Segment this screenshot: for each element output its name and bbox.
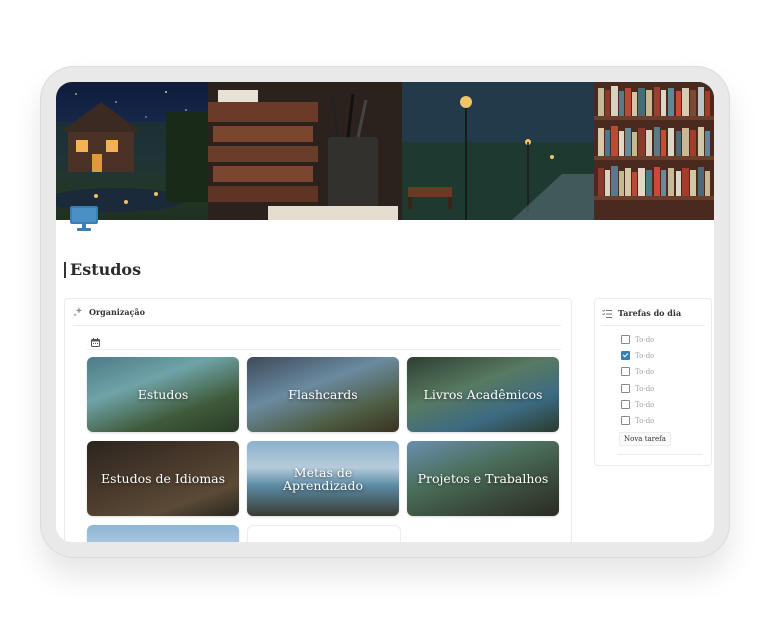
card-flashcards[interactable]: Flashcards — [247, 357, 399, 432]
card-label: Metas de Aprendizado — [282, 464, 364, 493]
todo-item[interactable]: To-do — [621, 384, 654, 393]
card-empty[interactable] — [247, 525, 401, 542]
tarefas-title: Tarefas do dia — [618, 308, 682, 318]
cover-panel-books-desk — [208, 82, 402, 220]
tarefas-do-dia-section: Tarefas do dia To-do To-do To-do To-do T… — [594, 298, 712, 466]
cover-panel-bookshelf — [594, 82, 714, 220]
page-title[interactable]: Estudos — [70, 260, 141, 279]
todo-item[interactable]: To-do — [621, 400, 654, 409]
cover-image[interactable] — [56, 82, 714, 220]
todo-checkbox[interactable] — [621, 400, 630, 409]
cover-panel-rainy-street — [402, 82, 594, 220]
divider — [617, 454, 703, 455]
card-metas-de-aprendizado[interactable]: Metas de Aprendizado — [247, 441, 399, 516]
todo-label: To-do — [635, 335, 655, 344]
organizacao-section: Organização Estudos Flashcards Livros Ac… — [64, 298, 572, 542]
card-estudos-de-idiomas[interactable]: Estudos de Idiomas — [87, 441, 239, 516]
card-label: Projetos e Trabalhos — [417, 471, 549, 486]
card-label: Livros Acadêmicos — [423, 387, 543, 402]
todo-checkbox[interactable] — [621, 335, 630, 344]
todo-checkbox[interactable] — [621, 367, 630, 376]
todo-checkbox[interactable] — [621, 384, 630, 393]
tarefas-header: Tarefas do dia — [602, 308, 681, 318]
todo-label: To-do — [635, 351, 655, 360]
divider — [87, 349, 561, 350]
divider — [601, 325, 705, 326]
todo-label: To-do — [635, 416, 655, 425]
todo-checkbox-checked[interactable] — [621, 351, 630, 360]
todo-item[interactable]: To-do — [621, 351, 654, 360]
organizacao-title: Organização — [89, 307, 145, 317]
card-label: Estudos — [137, 387, 189, 402]
card-partial[interactable] — [87, 525, 239, 542]
card-label: Flashcards — [288, 387, 358, 402]
tablet-frame: Estudos Organização Estudos Flashcards L… — [40, 66, 730, 558]
todo-label: To-do — [635, 367, 655, 376]
page-title-row: Estudos — [64, 260, 141, 279]
todo-item[interactable]: To-do — [621, 416, 654, 425]
divider — [73, 325, 561, 326]
title-accent-bar — [64, 261, 66, 278]
card-livros-academicos[interactable]: Livros Acadêmicos — [407, 357, 559, 432]
new-task-button[interactable]: Nova tarefa — [619, 432, 671, 446]
card-estudos[interactable]: Estudos — [87, 357, 239, 432]
organizacao-header: Organização — [73, 307, 145, 317]
checklist-icon — [602, 308, 612, 318]
todo-item[interactable]: To-do — [621, 367, 654, 376]
todo-item[interactable]: To-do — [621, 335, 654, 344]
monitor-icon[interactable] — [70, 206, 98, 232]
todo-label: To-do — [635, 384, 655, 393]
sparkles-icon — [73, 307, 83, 317]
tablet-screen: Estudos Organização Estudos Flashcards L… — [56, 82, 714, 542]
todo-label: To-do — [635, 400, 655, 409]
card-label: Estudos de Idiomas — [100, 471, 226, 486]
cover-panel-cabin-night — [56, 82, 208, 220]
card-projetos-e-trabalhos[interactable]: Projetos e Trabalhos — [407, 441, 559, 516]
todo-checkbox[interactable] — [621, 416, 630, 425]
